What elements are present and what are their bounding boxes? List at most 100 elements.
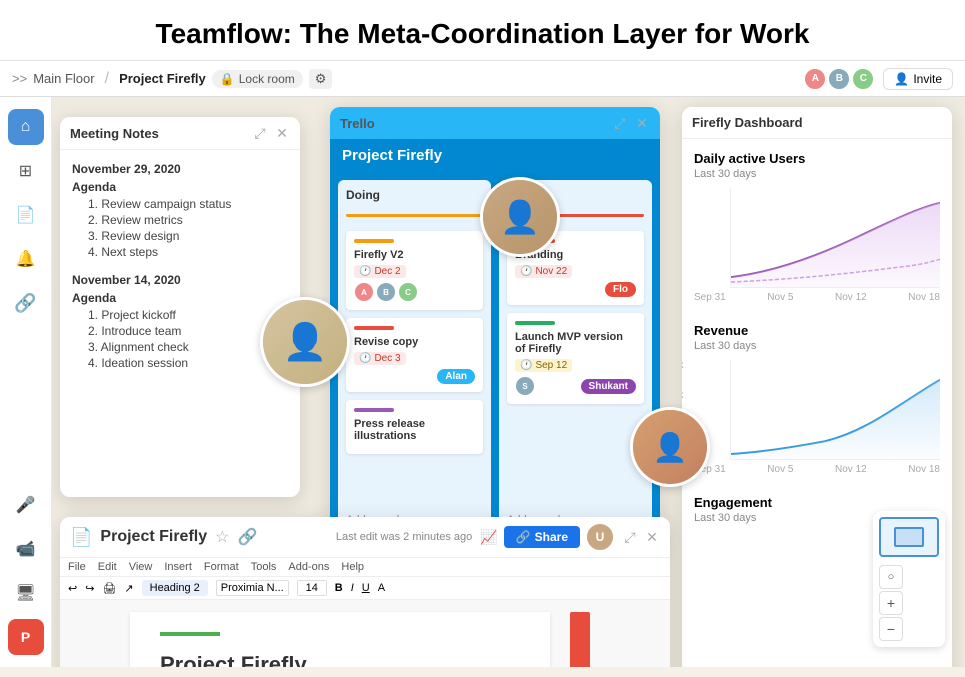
gdocs-paint[interactable]: ↗ (124, 582, 133, 595)
gdocs-redo[interactable]: ↪ (85, 582, 94, 595)
nav-settings-button[interactable]: ⚙ (309, 69, 333, 89)
notes-section-2: November 14, 2020 Agenda 1. Project kick… (72, 273, 288, 370)
trello-item-launchmvp[interactable]: Launch MVP version of Firefly 🕐 Sep 12 S… (507, 313, 644, 404)
gdocs-menu-format[interactable]: Format (204, 561, 239, 573)
gdocs-expand[interactable]: ⤢ (622, 529, 638, 545)
trello-column-doing: Doing Firefly V2 🕐 Dec 2 A B C (338, 180, 491, 534)
notes-date-2: November 14, 2020 (72, 273, 288, 287)
page-title: Teamflow: The Meta-Coordination Layer fo… (0, 0, 965, 61)
gdocs-menu-help[interactable]: Help (341, 561, 364, 573)
dashboard-header: Firefly Dashboard (682, 107, 952, 139)
workspace: ⌂ ⊞ 📄 🔔 🔗 🎤 📹 🖥 P Meeting Notes ⤢ ✕ Nove… (0, 97, 965, 667)
trello-item-pressrelease[interactable]: Press release illustrations (346, 400, 483, 454)
gdocs-page-heading: Project Firefly (160, 652, 520, 667)
chart-dau-wrapper: 30k 20k 10k (694, 188, 940, 288)
gdocs-color[interactable]: A (378, 582, 385, 594)
clock-icon-2: 🕐 (359, 353, 371, 364)
trello-close[interactable]: ✕ (634, 115, 650, 131)
trello-window: Trello ⤢ ✕ Project Firefly Doing Firefly… (330, 107, 660, 557)
gdocs-menu-file[interactable]: File (68, 561, 86, 573)
nav-right-section: A B C 👤 Invite (803, 67, 953, 91)
sidebar-icon-screen[interactable]: 🖥 (8, 575, 44, 611)
gdocs-doc-title[interactable]: Project Firefly (100, 528, 207, 546)
trello-item-title-1: Firefly V2 (354, 249, 475, 261)
gdocs-print[interactable]: 🖨 (102, 582, 116, 595)
person-icon: 👤 (894, 72, 909, 86)
meeting-notes-content: November 29, 2020 Agenda 1. Review campa… (60, 150, 300, 490)
nav-arrows[interactable]: >> (12, 71, 27, 86)
gdocs-close[interactable]: ✕ (644, 529, 660, 545)
gdocs-page[interactable]: Project Firefly (130, 612, 550, 667)
chart-revenue-title: Revenue (694, 323, 940, 338)
avatar-group: A B C (803, 67, 875, 91)
gdocs-menu-insert[interactable]: Insert (164, 561, 192, 573)
avatar-1: A (803, 67, 827, 91)
meeting-notes-header: Meeting Notes ⤢ ✕ (60, 117, 300, 150)
zoom-controls: ○ + − (879, 565, 939, 641)
trello-item-title-2: Revise copy (354, 336, 475, 348)
gdocs-menu-view[interactable]: View (129, 561, 153, 573)
meeting-notes-close[interactable]: ✕ (274, 125, 290, 141)
gdocs-share-icon[interactable]: 🔗 (237, 527, 257, 547)
meeting-notes-expand[interactable]: ⤢ (252, 125, 268, 141)
gdocs-last-edit: Last edit was 2 minutes ago (336, 531, 472, 543)
nav-main-floor[interactable]: Main Floor (33, 71, 94, 86)
clock-icon-1: 🕐 (359, 266, 371, 277)
gdocs-right-panel (570, 612, 590, 667)
trello-doing-bar (346, 214, 483, 217)
trello-item-fireflyv2[interactable]: Firefly V2 🕐 Dec 2 A B C (346, 231, 483, 310)
trello-due-2: 🕐 Dec 3 (354, 352, 406, 365)
sidebar-icon-doc[interactable]: 📄 (8, 197, 44, 233)
sidebar-icon-grid[interactable]: ⊞ (8, 153, 44, 189)
chart-revenue-x-labels: Sep 31 Nov 5 Nov 12 Nov 18 (694, 464, 940, 475)
nav-project[interactable]: Project Firefly (119, 71, 206, 86)
invite-button[interactable]: 👤 Invite (883, 68, 953, 90)
zoom-panel: ○ + − (873, 511, 945, 647)
notes-section-1: November 29, 2020 Agenda 1. Review campa… (72, 162, 288, 259)
gdocs-bold[interactable]: B (335, 582, 343, 594)
gdocs-italic[interactable]: I (351, 582, 354, 594)
gdocs-star[interactable]: ☆ (215, 527, 229, 547)
gdocs-heading-select[interactable]: Heading 2 (142, 580, 208, 596)
gdocs-undo[interactable]: ↩ (68, 582, 77, 595)
chart-dau: Daily active Users Last 30 days 30k 20k … (694, 151, 940, 303)
trello-av-1: A (354, 282, 374, 302)
sidebar-icon-home[interactable]: ⌂ (8, 109, 44, 145)
notes-item-2-3: 3. Alignment check (72, 340, 288, 354)
trello-label-bar-2 (354, 326, 394, 330)
zoom-preview-box (894, 527, 924, 547)
share-icon: 🔗 (516, 530, 531, 544)
chart-revenue-area (730, 360, 940, 460)
trello-item-revisecopy[interactable]: Revise copy 🕐 Dec 3 Alan (346, 318, 483, 392)
gdocs-menu-addons[interactable]: Add-ons (288, 561, 329, 573)
gdocs-content: Project Firefly (60, 600, 670, 667)
gdocs-font-select[interactable]: Proximia N... (216, 580, 289, 596)
sidebar-icon-link[interactable]: 🔗 (8, 285, 44, 321)
sidebar-icon-video[interactable]: 📹 (8, 531, 44, 567)
chart-revenue: Revenue Last 30 days 300k 200k 100k 0 (694, 323, 940, 475)
person-avatar-2: 👤 (260, 297, 350, 387)
notes-item-1-2: 2. Review metrics (72, 213, 288, 227)
zoom-out-button[interactable]: − (879, 617, 903, 641)
trello-expand[interactable]: ⤢ (612, 115, 628, 131)
gdocs-menu-tools[interactable]: Tools (251, 561, 277, 573)
zoom-in-button[interactable]: + (879, 591, 903, 615)
notes-item-2-1: 1. Project kickoff (72, 308, 288, 322)
gdocs-menu-edit[interactable]: Edit (98, 561, 117, 573)
gdocs-underline[interactable]: U (362, 582, 370, 594)
zoom-reset-button[interactable]: ○ (879, 565, 903, 589)
trello-label-bar-3 (354, 408, 394, 412)
gdocs-chart-btn[interactable]: 📈 (480, 529, 497, 546)
gdocs-share-button[interactable]: 🔗 Share (504, 526, 580, 548)
trello-label-bar-1 (354, 239, 394, 243)
notes-item-2-2: 2. Introduce team (72, 324, 288, 338)
trello-board-title: Project Firefly (342, 147, 648, 164)
sidebar-icon-camera[interactable]: 🔔 (8, 241, 44, 277)
nav-lock-room[interactable]: 🔒 Lock room (212, 70, 303, 88)
gdocs-font-size[interactable]: 14 (297, 580, 327, 596)
trello-av-2: B (376, 282, 396, 302)
gdocs-window-controls: ⤢ ✕ (622, 529, 660, 545)
sidebar-icon-powerpoint[interactable]: P (8, 619, 44, 655)
sidebar-icon-mic[interactable]: 🎤 (8, 487, 44, 523)
avatar-2: B (827, 67, 851, 91)
